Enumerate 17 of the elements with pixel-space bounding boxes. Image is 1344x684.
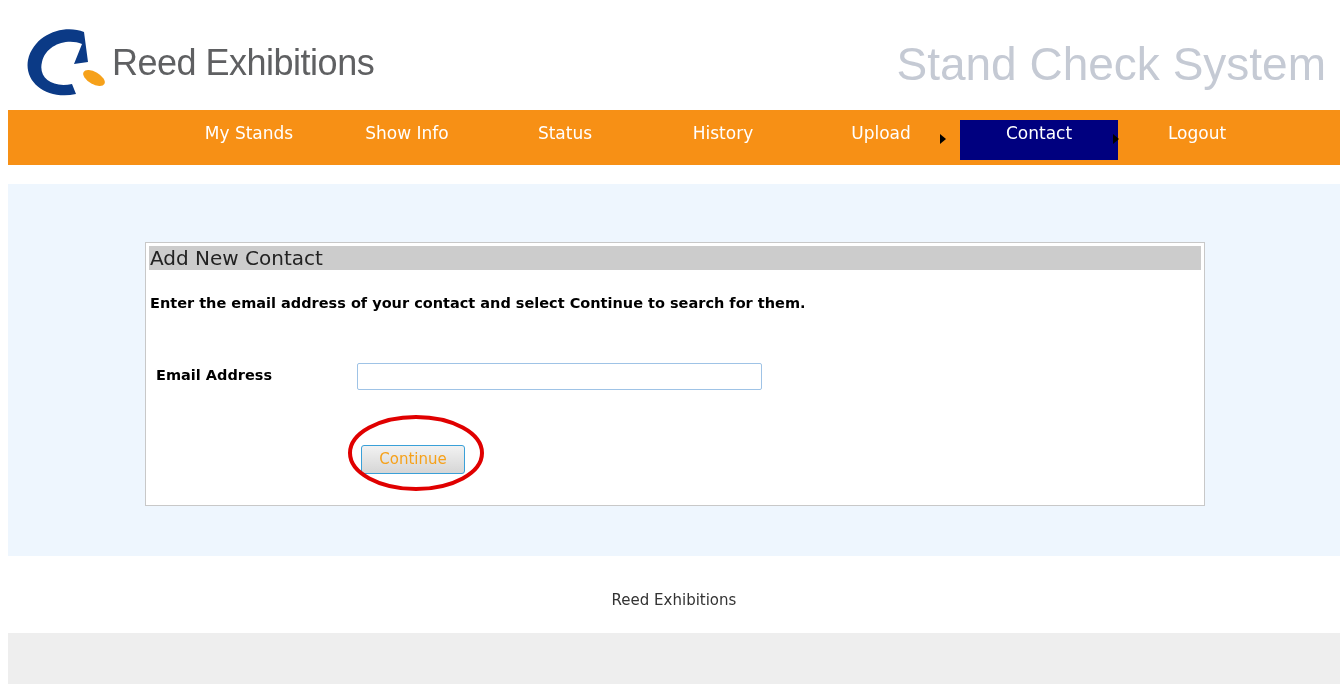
continue-button[interactable]: Continue	[361, 444, 465, 474]
triangle-icon	[940, 134, 946, 144]
panel-header: Add New Contact	[149, 246, 1201, 270]
footer-text: Reed Exhibitions	[611, 590, 737, 612]
nav-tab[interactable]: History	[692, 120, 754, 160]
nav-tab[interactable]: Logout	[1167, 120, 1227, 160]
nav-tab[interactable]: My Stands	[204, 120, 294, 160]
nav-tab[interactable]: Status	[537, 120, 593, 160]
brand-name: Reed Exhibitions	[112, 41, 375, 85]
triangle-icon	[1113, 134, 1119, 144]
system-title: Stand Check System	[896, 37, 1326, 92]
instruction-text: Enter the email address of your contact and select Continue to search for them.	[149, 294, 807, 313]
email-field[interactable]	[357, 362, 762, 390]
nav-tab[interactable]: Show Info	[365, 120, 449, 160]
nav-tab[interactable]: Upload	[851, 120, 911, 160]
field-label: Email Address	[155, 366, 273, 386]
nav-tab[interactable]: Contact	[960, 120, 1118, 160]
